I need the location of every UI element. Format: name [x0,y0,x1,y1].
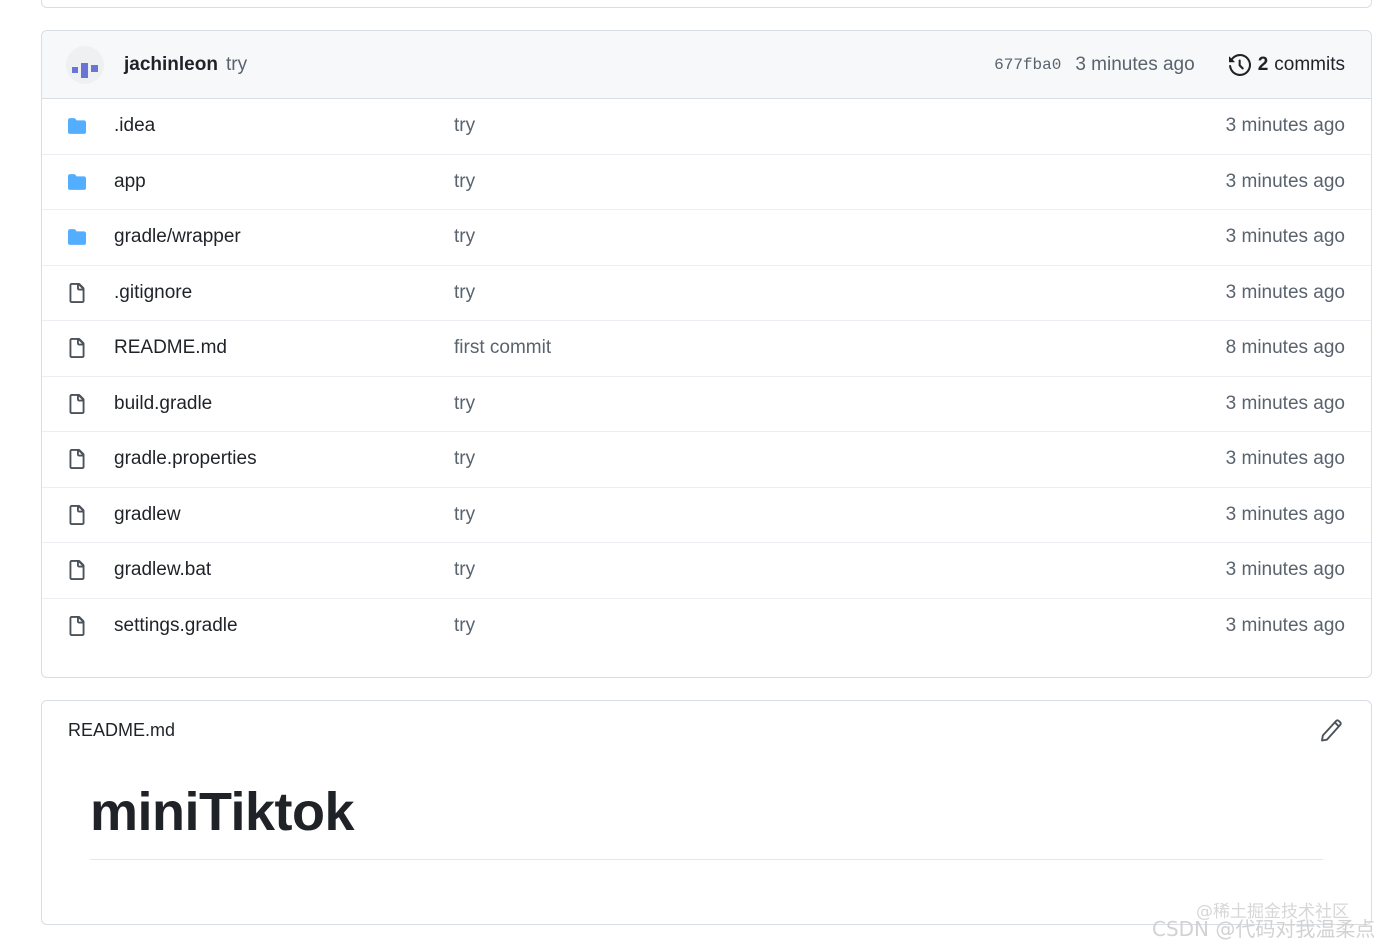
file-icon [66,615,88,637]
row-commit-time: 3 minutes ago [1225,503,1345,525]
pencil-icon[interactable] [1319,718,1343,742]
commits-count-link[interactable]: 2 commits [1228,53,1345,76]
row-commit-time: 3 minutes ago [1225,615,1345,637]
row-commit-message[interactable]: try [454,504,1226,526]
panel-above-stub [41,0,1372,8]
folder-name-link[interactable]: .idea [114,115,454,137]
file-name-link[interactable]: settings.gradle [114,615,454,637]
commit-relative-time: 3 minutes ago [1075,53,1195,75]
file-icon [66,559,88,581]
file-row[interactable]: README.md first commit 8 minutes ago [42,321,1371,377]
repository-files-panel: jachinleon try 677fba0 3 minutes ago 2 c… [41,30,1372,678]
file-name-link[interactable]: build.gradle [114,393,454,415]
commits-count-value: 2 [1257,53,1269,75]
file-name-link[interactable]: .gitignore [114,282,454,304]
file-row[interactable]: gradlew.bat try 3 minutes ago [42,543,1371,599]
file-row[interactable]: gradle.properties try 3 minutes ago [42,432,1371,488]
row-commit-message[interactable]: try [454,559,1226,581]
readme-heading: miniTiktok [90,781,1323,860]
readme-content: miniTiktok [42,781,1371,860]
commit-sha-link[interactable]: 677fba0 [994,56,1061,74]
file-row[interactable]: build.gradle try 3 minutes ago [42,377,1371,432]
row-commit-time: 3 minutes ago [1225,392,1345,414]
file-icon [66,337,88,359]
file-icon [66,448,88,470]
folder-icon [66,117,88,135]
file-row[interactable]: .idea try 3 minutes ago [42,99,1371,155]
row-commit-message[interactable]: try [454,615,1226,637]
file-name-link[interactable]: gradlew.bat [114,559,454,581]
row-commit-time: 3 minutes ago [1225,226,1345,248]
folder-name-link[interactable]: app [114,171,454,193]
file-icon [66,282,88,304]
row-commit-time: 8 minutes ago [1225,337,1345,359]
history-icon [1228,53,1251,76]
file-name-link[interactable]: README.md [114,337,454,359]
row-commit-time: 3 minutes ago [1225,115,1345,137]
commit-meta: 677fba0 3 minutes ago 2 commits [994,54,1345,76]
file-row[interactable]: .gitignore try 3 minutes ago [42,266,1371,321]
row-commit-message[interactable]: try [454,393,1226,415]
file-name-link[interactable]: gradlew [114,504,454,526]
row-commit-message[interactable]: first commit [454,337,1226,359]
folder-icon [66,228,88,246]
commits-count-label: commits [1274,53,1345,75]
readme-header: README.md [42,701,1371,759]
row-commit-message[interactable]: try [454,448,1226,470]
row-commit-time: 3 minutes ago [1225,170,1345,192]
row-commit-message[interactable]: try [454,282,1226,304]
row-commit-time: 3 minutes ago [1225,559,1345,581]
row-commit-message[interactable]: try [454,171,1226,193]
latest-commit-bar: jachinleon try 677fba0 3 minutes ago 2 c… [42,31,1371,99]
row-commit-time: 3 minutes ago [1225,281,1345,303]
readme-panel: README.md miniTiktok [41,700,1372,925]
file-row[interactable]: gradlew try 3 minutes ago [42,488,1371,543]
file-name-link[interactable]: gradle.properties [114,448,454,470]
row-commit-message[interactable]: try [454,115,1226,137]
file-row[interactable]: settings.gradle try 3 minutes ago [42,599,1371,655]
latest-commit-message[interactable]: try [226,54,247,76]
folder-name-link[interactable]: gradle/wrapper [114,226,454,248]
commit-author-link[interactable]: jachinleon [124,54,218,76]
file-list: .idea try 3 minutes ago app try 3 minutes ago… [42,99,1371,654]
file-row[interactable]: app try 3 minutes ago [42,155,1371,210]
row-commit-time: 3 minutes ago [1225,448,1345,470]
file-icon [66,393,88,415]
readme-file-name: README.md [68,719,176,740]
folder-icon [66,173,88,191]
user-avatar[interactable] [66,45,104,84]
row-commit-message[interactable]: try [454,226,1226,248]
file-row[interactable]: gradle/wrapper try 3 minutes ago [42,210,1371,266]
file-icon [66,504,88,526]
